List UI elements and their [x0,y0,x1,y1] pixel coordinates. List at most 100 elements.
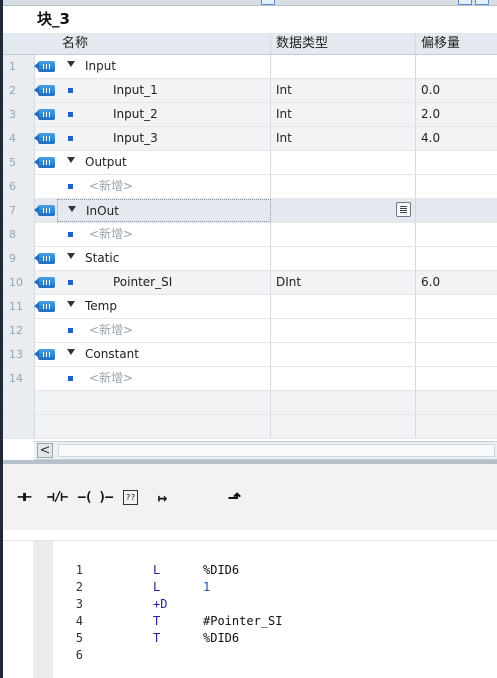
line-number: 2 [75,580,83,594]
row-number: 11 [3,295,35,318]
code-line[interactable]: 5 T %DID6 [3,631,497,648]
offset-cell: 2.0 [421,107,441,121]
collapse-arrow-icon[interactable] [68,206,76,212]
interface-icon [34,61,55,72]
row-number: 6 [3,175,35,198]
variable-bullet-icon [68,88,73,93]
normally-open-contact-icon[interactable]: ⊣⊢ [11,488,37,506]
row-number: 1 [3,55,35,78]
instruction: L [153,580,161,594]
interface-icon [34,277,55,288]
section-name: Temp [85,299,117,313]
code-line[interactable]: 4 T #Pointer_SI [3,614,497,631]
add-new-placeholder[interactable]: <新增> [89,223,133,246]
toolbar-button[interactable] [458,0,472,5]
table-row[interactable]: 8 <新增> [3,223,497,247]
code-line[interactable]: 3 +D [3,597,497,614]
data-type-cell[interactable]: Int [271,103,416,126]
open-branch-icon[interactable]: ↦ [151,488,173,507]
data-type-cell[interactable]: Int [271,79,416,102]
collapse-arrow-icon[interactable] [67,253,75,259]
row-number: 9 [3,247,35,270]
column-header-name[interactable]: 名称 [57,33,271,54]
block-title: 块_3 [37,10,70,28]
data-type-cell[interactable] [271,367,416,390]
table-row[interactable]: 10 Pointer_SI DInt 6.0 [3,271,497,295]
variable-bullet-icon [68,112,73,117]
data-type-cell[interactable] [271,343,416,366]
empty-box-icon[interactable]: ?? [123,490,138,505]
code-line[interactable]: 6 [3,648,497,665]
data-type-cell[interactable] [271,199,416,222]
section-name: Output [85,155,127,169]
interface-icon [34,205,55,216]
offset-cell [416,151,497,174]
row-number: 8 [3,223,35,246]
add-new-placeholder[interactable]: <新增> [89,319,133,342]
list-picker-icon[interactable] [396,202,411,217]
data-type-cell[interactable] [271,175,416,198]
offset-cell [416,55,497,78]
table-row[interactable]: 6 <新增> [3,175,497,199]
variable-name: Input_3 [113,131,158,145]
column-header-type[interactable]: 数据类型 [271,33,416,54]
collapse-arrow-icon[interactable] [67,61,75,67]
data-type-cell[interactable] [271,151,416,174]
data-type-cell[interactable] [271,295,416,318]
table-row[interactable]: 3 Input_2 Int 2.0 [3,103,497,127]
table-row[interactable]: 7 InOut [3,199,497,223]
empty-row [3,391,497,415]
table-row[interactable]: 9 Static [3,247,497,271]
row-number: 5 [3,151,35,174]
data-type-cell[interactable]: DInt [271,271,416,294]
interface-icon [34,157,55,168]
table-row[interactable]: 1 Input [3,55,497,79]
table-row[interactable]: 14 <新增> [3,367,497,391]
data-type-cell[interactable]: Int [271,127,416,150]
code-editor[interactable]: 1 L %DID6 2 L 1 3 +D 4 T #Pointer_SI 5 T… [3,540,497,678]
data-type-cell[interactable] [271,319,416,342]
operand: %DID6 [203,631,240,645]
collapse-arrow-icon[interactable] [67,349,75,355]
close-branch-icon[interactable]: ⬏ [223,488,245,507]
data-type-cell[interactable] [271,223,416,246]
scroll-left-button[interactable]: < [37,443,53,458]
code-line[interactable]: 2 L 1 [3,580,497,597]
table-row[interactable]: 5 Output [3,151,497,175]
table-row[interactable]: 4 Input_3 Int 4.0 [3,127,497,151]
interface-icon [34,85,55,96]
offset-cell [416,247,497,270]
add-new-placeholder[interactable]: <新增> [89,367,133,390]
horizontal-scrollbar[interactable]: < [34,441,497,460]
collapse-arrow-icon[interactable] [67,301,75,307]
row-number: 4 [3,127,35,150]
column-header-offset[interactable]: 偏移量 [416,33,497,54]
offset-cell [416,343,497,366]
code-line[interactable]: 1 L %DID6 [3,563,497,580]
operand: 1 [203,580,211,594]
line-number: 1 [75,563,83,577]
table-row[interactable]: 13 Constant [3,343,497,367]
row-number: 7 [3,199,35,222]
table-row[interactable]: 12 <新增> [3,319,497,343]
collapse-arrow-icon[interactable] [67,157,75,163]
section-name: Static [85,251,120,265]
data-type-cell[interactable] [271,55,416,78]
toolbar-button[interactable] [475,0,489,5]
variable-bullet-icon [68,376,73,381]
variable-name: Input_1 [113,83,158,97]
instruction: T [153,614,161,628]
line-number: 3 [75,597,83,611]
variable-name: Pointer_SI [113,275,173,289]
table-row[interactable]: 2 Input_1 Int 0.0 [3,79,497,103]
add-new-placeholder[interactable]: <新增> [89,175,133,198]
normally-closed-contact-icon[interactable]: ⊣/⊢ [41,488,73,506]
toolbar-button[interactable] [261,0,275,5]
data-type-cell[interactable] [271,247,416,270]
instruction: +D [153,597,168,611]
ladder-toolbar: ⊣⊢ ⊣/⊢ –( )– ?? ↦ ⬏ [3,464,497,530]
scrollbar-track[interactable] [58,444,495,457]
interface-icon [34,253,55,264]
table-row[interactable]: 11 Temp [3,295,497,319]
coil-icon[interactable]: –( )– [75,488,115,506]
